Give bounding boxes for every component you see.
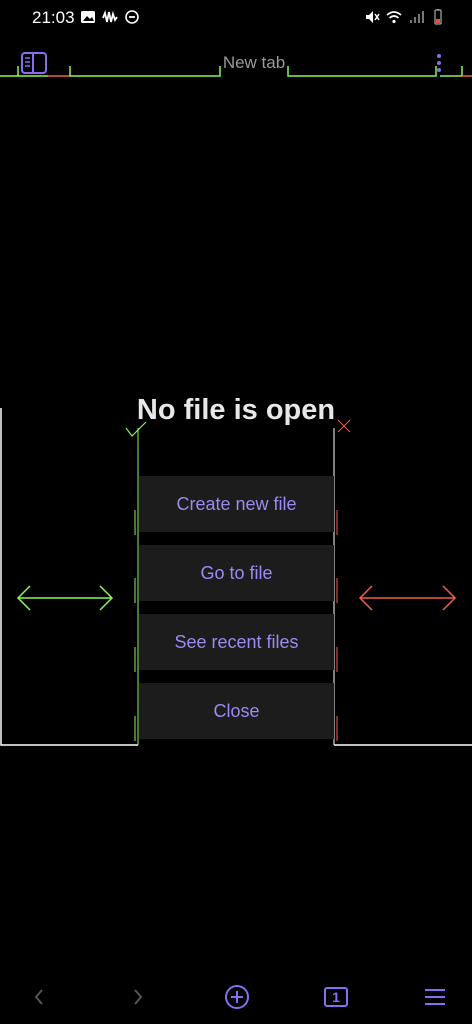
- new-tab-button[interactable]: [220, 980, 254, 1014]
- image-icon: [81, 11, 95, 23]
- back-button[interactable]: [22, 980, 56, 1014]
- close-button[interactable]: Close: [139, 683, 334, 739]
- status-bar: 21:03: [0, 0, 472, 36]
- chevron-right-icon: [134, 989, 143, 1005]
- create-new-file-button[interactable]: Create new file: [139, 476, 334, 532]
- more-options-icon[interactable]: [434, 52, 444, 74]
- do-not-disturb-icon: [125, 10, 139, 24]
- battery-icon: [434, 9, 442, 25]
- tab-switcher-button[interactable]: 1: [319, 980, 353, 1014]
- mute-icon: [366, 11, 380, 23]
- wifi-icon: [386, 11, 402, 24]
- tab-count-badge: 1: [324, 987, 348, 1007]
- status-icons-right: [364, 9, 446, 25]
- plus-circle-icon: [225, 985, 249, 1009]
- chevron-left-icon: [34, 989, 43, 1005]
- tab-title[interactable]: New tab: [219, 53, 289, 73]
- signal-icon: [410, 11, 424, 23]
- waveform-icon: [102, 9, 118, 23]
- empty-state-title: No file is open: [136, 394, 336, 426]
- hamburger-menu-icon: [425, 989, 445, 1005]
- forward-button[interactable]: [121, 980, 155, 1014]
- sidebar-toggle-icon[interactable]: [21, 52, 47, 74]
- status-icons-left: [80, 9, 140, 25]
- menu-button[interactable]: [418, 980, 452, 1014]
- status-time: 21:03: [32, 8, 75, 27]
- go-to-file-button[interactable]: Go to file: [139, 545, 334, 601]
- see-recent-files-button[interactable]: See recent files: [139, 614, 334, 670]
